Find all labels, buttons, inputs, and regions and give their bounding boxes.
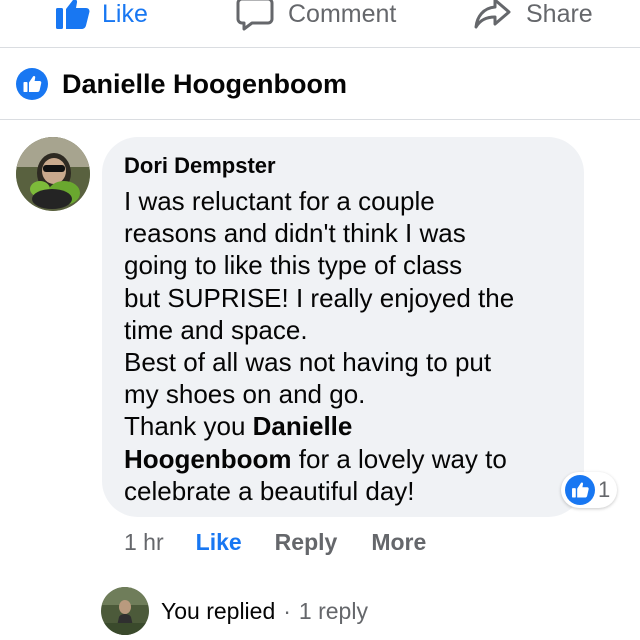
comment-line: celebrate a beautiful day!	[124, 475, 415, 506]
separator-dot: ·	[283, 597, 291, 624]
like-badge-icon	[16, 68, 48, 100]
comment-label: Comment	[288, 0, 397, 28]
share-label: Share	[526, 0, 593, 28]
comment-more-button[interactable]: More	[371, 529, 426, 556]
reply-count[interactable]: 1 reply	[299, 598, 368, 625]
you-replied-label: You replied	[161, 597, 276, 624]
comment-timestamp[interactable]: 1 hr	[124, 529, 164, 556]
thumbs-up-icon	[56, 0, 90, 29]
comment-line: Hoogenboom for a lovely way to	[124, 443, 562, 475]
mention-link[interactable]: Hoogenboom	[124, 444, 292, 474]
comment-line: reasons and didn't think I was	[124, 218, 466, 249]
reply-avatar[interactable]	[101, 587, 149, 635]
like-label: Like	[102, 0, 148, 28]
comment-line: Best of all was not having to put	[124, 347, 492, 378]
comment-line: Thank you Danielle	[124, 410, 562, 442]
divider	[0, 119, 640, 120]
divider	[0, 47, 640, 48]
comment-bubble: Dori Dempster I was reluctant for a coup…	[102, 137, 584, 517]
comment-text: I was reluctant for a couple reasons and…	[124, 185, 562, 507]
replies-summary[interactable]: You replied · 1 reply	[161, 596, 368, 626]
comment-line: time and space.	[124, 314, 308, 345]
post-action-bar: Like Comment Share	[0, 0, 640, 46]
commenter-avatar[interactable]	[16, 137, 90, 211]
share-button[interactable]: Share	[474, 0, 593, 31]
speech-bubble-icon	[236, 0, 274, 31]
liker-name[interactable]: Danielle Hoogenboom	[62, 69, 347, 100]
reaction-summary[interactable]: 1	[561, 472, 617, 508]
comment-line: going to like this type of class	[124, 250, 463, 281]
comment-like-button[interactable]: Like	[196, 529, 242, 556]
comment-text-fragment: Thank you	[124, 411, 253, 442]
comment-author[interactable]: Dori Dempster	[124, 153, 562, 179]
comment-reply-button[interactable]: Reply	[275, 529, 338, 556]
comment-button[interactable]: Comment	[236, 0, 397, 31]
reaction-count: 1	[598, 477, 611, 502]
like-reaction-icon	[565, 475, 595, 505]
share-arrow-icon	[474, 0, 512, 31]
liker-row[interactable]: Danielle Hoogenboom	[16, 66, 347, 102]
comment-line: my shoes on and go.	[124, 379, 366, 410]
comment-text-fragment: for a lovely way to	[291, 443, 507, 474]
comment-meta-row: 1 hr Like Reply More	[124, 527, 426, 557]
like-button[interactable]: Like	[56, 0, 148, 29]
comment-line: but SUPRISE! I really enjoyed the	[124, 282, 515, 313]
comment-line: I was reluctant for a couple	[124, 186, 435, 216]
mention-link[interactable]: Danielle	[253, 411, 353, 441]
